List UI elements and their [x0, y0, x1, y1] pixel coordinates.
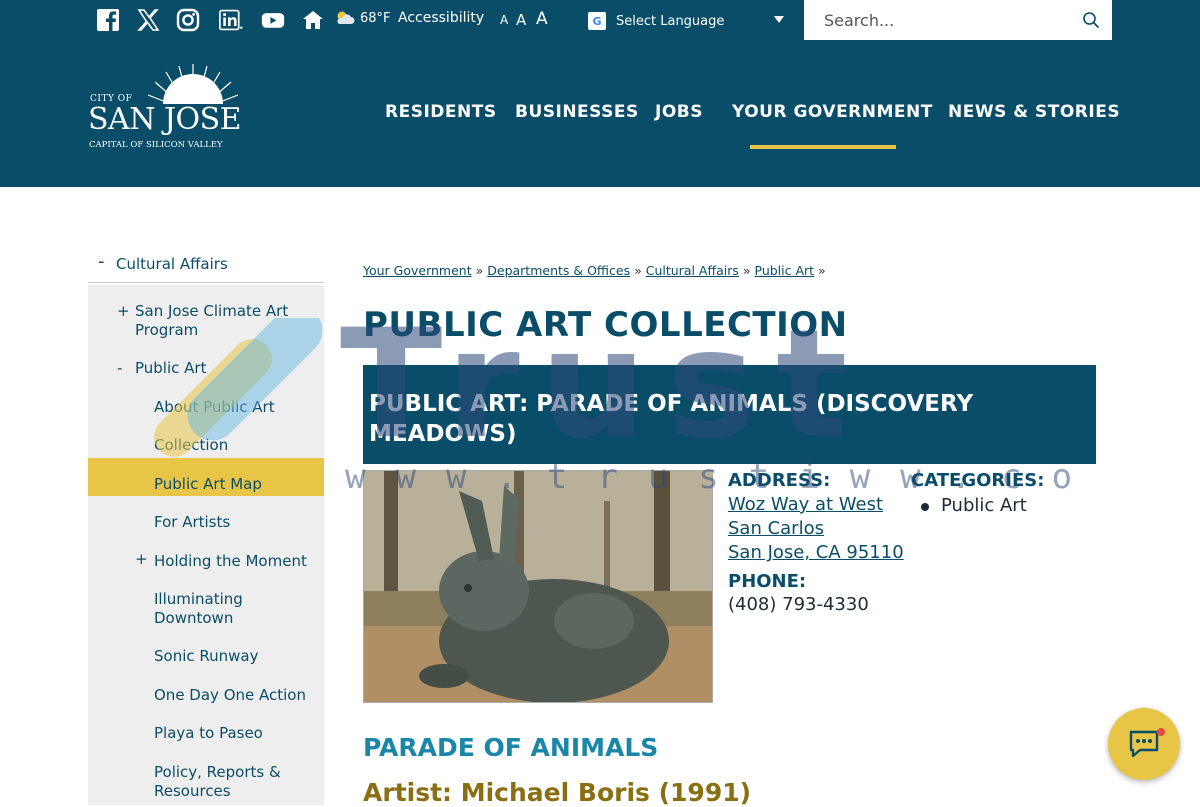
- active-nav-indicator: [750, 145, 896, 149]
- logo-tagline: CAPITAL OF SILICON VALLEY: [89, 140, 223, 150]
- notification-dot: [1157, 728, 1165, 736]
- instagram-icon[interactable]: [175, 8, 201, 32]
- search-input[interactable]: [824, 10, 1074, 30]
- sidebar-item-illuminating-downtown[interactable]: Illuminating Downtown: [154, 590, 304, 628]
- logo-wordmark: SAN JOSE: [88, 102, 242, 137]
- sidebar-item-policy-reports[interactable]: Policy, Reports & Resources: [154, 763, 304, 801]
- category-item: Public Art: [921, 495, 1027, 516]
- google-translate-icon: G: [588, 12, 606, 30]
- city-logo[interactable]: CITY OF SAN JOSE CAPITAL OF SILICON VALL…: [88, 62, 242, 152]
- artist-credit: Artist: Michael Boris (1991): [363, 778, 752, 807]
- phone-number: (408) 793-4330: [728, 594, 869, 615]
- font-size-large-button[interactable]: A: [536, 9, 548, 29]
- expand-icon[interactable]: +: [117, 302, 130, 320]
- breadcrumb-separator: »: [475, 263, 484, 278]
- breadcrumb-link[interactable]: Departments & Offices: [487, 263, 630, 278]
- weather-widget: 68°F: [334, 10, 391, 26]
- top-utility-bar: 68°F Accessibility A A A G Select Langua…: [0, 0, 1200, 40]
- linkedin-icon[interactable]: [216, 8, 246, 32]
- language-selector[interactable]: G Select Language: [588, 10, 788, 32]
- sidebar-item-playa-to-paseo[interactable]: Playa to Paseo: [154, 724, 263, 743]
- nav-businesses[interactable]: BUSINESSES: [515, 102, 639, 122]
- language-selector-label: Select Language: [616, 13, 725, 29]
- breadcrumb: Your Government » Departments & Offices …: [363, 263, 826, 278]
- chat-button[interactable]: [1108, 708, 1180, 780]
- item-title: PUBLIC ART: PARADE OF ANIMALS (DISCOVERY…: [369, 391, 974, 447]
- sidebar-item-one-day-one-action[interactable]: One Day One Action: [154, 686, 306, 705]
- collapse-icon[interactable]: -: [117, 359, 122, 377]
- chevron-down-icon: [774, 16, 784, 23]
- sidebar-item-about-public-art[interactable]: About Public Art: [154, 398, 275, 417]
- breadcrumb-link[interactable]: Cultural Affairs: [646, 263, 739, 278]
- accessibility-link[interactable]: Accessibility: [398, 10, 484, 26]
- breadcrumb-separator: »: [742, 263, 751, 278]
- sidebar-item-holding-the-moment[interactable]: Holding the Moment: [154, 552, 307, 571]
- sidebar-item-for-artists[interactable]: For Artists: [154, 513, 230, 532]
- sidebar-item-public-art[interactable]: Public Art: [135, 359, 206, 378]
- phone-label: PHONE:: [728, 571, 807, 592]
- bullet-icon: [921, 503, 929, 511]
- breadcrumb-link[interactable]: Your Government: [363, 263, 472, 278]
- search-icon[interactable]: [1082, 11, 1100, 29]
- partly-cloudy-icon: [337, 11, 355, 24]
- nav-news-stories[interactable]: NEWS & STORIES: [948, 102, 1120, 122]
- sidebar-item-cultural-affairs[interactable]: - Cultural Affairs: [88, 245, 324, 283]
- categories-label: CATEGORIES:: [911, 470, 1045, 491]
- address-line2[interactable]: San Carlos: [728, 518, 824, 539]
- sidebar-item-public-art-map[interactable]: Public Art Map: [154, 475, 262, 494]
- sidebar-subnav: + San Jose Climate Art Program - Public …: [88, 285, 324, 805]
- address-block: Woz Way at West San Carlos San Jose, CA …: [728, 493, 904, 565]
- breadcrumb-link[interactable]: Public Art: [755, 263, 815, 278]
- category-label: Public Art: [941, 495, 1027, 516]
- weather-temperature: 68°F: [360, 10, 391, 26]
- address-line1[interactable]: Woz Way at West: [728, 494, 883, 515]
- collapse-icon[interactable]: -: [98, 251, 105, 272]
- artwork-photo: [363, 470, 713, 703]
- x-icon[interactable]: [135, 8, 161, 32]
- breadcrumb-separator: »: [634, 263, 642, 278]
- artwork-subheading: PARADE OF ANIMALS: [363, 733, 659, 762]
- breadcrumb-separator: »: [818, 263, 826, 278]
- sidebar-item-label: Cultural Affairs: [116, 255, 228, 273]
- font-size-medium-button[interactable]: A: [516, 11, 526, 29]
- address-line3[interactable]: San Jose, CA 95110: [728, 542, 904, 563]
- font-size-small-button[interactable]: A: [500, 13, 508, 27]
- sidebar-item-sonic-runway[interactable]: Sonic Runway: [154, 647, 259, 666]
- nav-residents[interactable]: RESIDENTS: [385, 102, 497, 122]
- nav-your-government[interactable]: YOUR GOVERNMENT: [732, 102, 933, 122]
- sidebar-item-collection[interactable]: Collection: [154, 436, 228, 455]
- nextdoor-icon[interactable]: [300, 8, 326, 32]
- item-title-bar: PUBLIC ART: PARADE OF ANIMALS (DISCOVERY…: [363, 365, 1096, 464]
- search-box: [804, 0, 1112, 40]
- youtube-icon[interactable]: [259, 8, 287, 32]
- address-label: ADDRESS:: [728, 470, 831, 491]
- sidebar-nav: - Cultural Affairs + San Jose Climate Ar…: [88, 245, 324, 805]
- site-header: CITY OF SAN JOSE CAPITAL OF SILICON VALL…: [0, 40, 1200, 187]
- nav-jobs[interactable]: JOBS: [655, 102, 703, 122]
- facebook-icon[interactable]: [95, 8, 121, 32]
- expand-icon[interactable]: +: [135, 550, 148, 568]
- sidebar-item-climate-art[interactable]: San Jose Climate Art Program: [135, 302, 315, 340]
- rabbit-sculpture-image: [364, 471, 712, 702]
- page-title: PUBLIC ART COLLECTION: [363, 305, 848, 345]
